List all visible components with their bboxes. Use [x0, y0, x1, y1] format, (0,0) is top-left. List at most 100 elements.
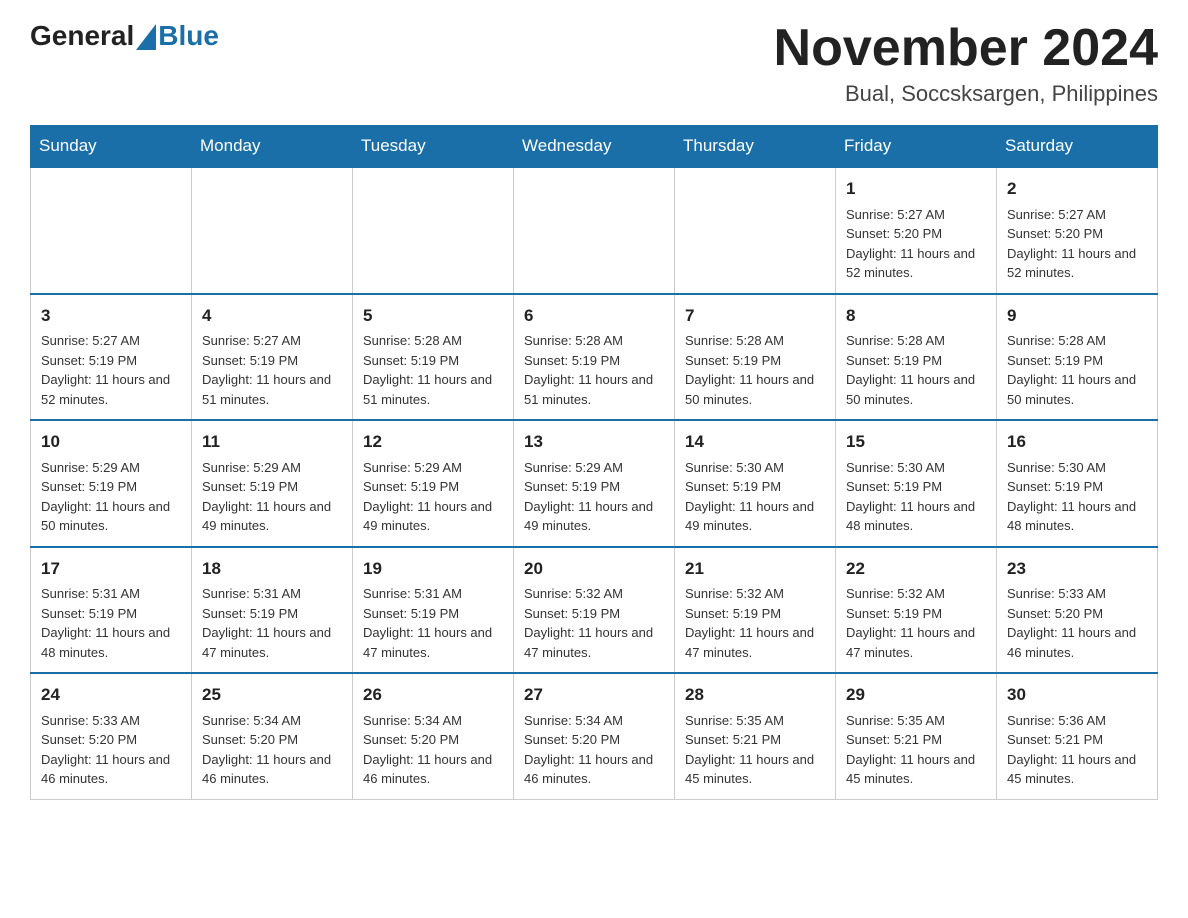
day-info: Sunrise: 5:28 AM Sunset: 5:19 PM Dayligh… [846, 333, 975, 407]
logo-blue-text: Blue [158, 20, 219, 52]
calendar-cell[interactable]: 20 Sunrise: 5:32 AM Sunset: 5:19 PM Dayli… [514, 547, 675, 674]
calendar-cell[interactable]: 27Sunrise: 5:34 AM Sunset: 5:20 PM Dayli… [514, 673, 675, 799]
day-number: 4 [202, 303, 342, 329]
day-number: 29 [846, 682, 986, 708]
calendar-cell [31, 167, 192, 294]
day-number: 23 [1007, 556, 1147, 582]
calendar-cell[interactable]: 28Sunrise: 5:35 AM Sunset: 5:21 PM Dayli… [675, 673, 836, 799]
day-info: Sunrise: 5:30 AM Sunset: 5:19 PM Dayligh… [1007, 460, 1136, 534]
day-info: Sunrise: 5:30 AM Sunset: 5:19 PM Dayligh… [846, 460, 975, 534]
day-number: 13 [524, 429, 664, 455]
calendar-cell[interactable]: 16Sunrise: 5:30 AM Sunset: 5:19 PM Dayli… [997, 420, 1158, 547]
calendar-cell[interactable]: 30Sunrise: 5:36 AM Sunset: 5:21 PM Dayli… [997, 673, 1158, 799]
day-number: 21 [685, 556, 825, 582]
day-info: Sunrise: 5:34 AM Sunset: 5:20 PM Dayligh… [202, 713, 331, 787]
day-number: 27 [524, 682, 664, 708]
calendar-cell [675, 167, 836, 294]
calendar-cell[interactable]: 15 Sunrise: 5:30 AM Sunset: 5:19 PM Dayli… [836, 420, 997, 547]
calendar-cell[interactable]: 11Sunrise: 5:29 AM Sunset: 5:19 PM Dayli… [192, 420, 353, 547]
day-number: 11 [202, 429, 342, 455]
day-info: Sunrise: 5:29 AM Sunset: 5:19 PM Dayligh… [41, 460, 170, 534]
calendar-cell [192, 167, 353, 294]
calendar-week-row: 10 Sunrise: 5:29 AM Sunset: 5:19 PM Dayli… [31, 420, 1158, 547]
title-area: November 2024 Bual, Soccsksargen, Philip… [774, 20, 1158, 107]
day-number: 14 [685, 429, 825, 455]
day-info: Sunrise: 5:32 AM Sunset: 5:19 PM Dayligh… [524, 586, 653, 660]
calendar-cell[interactable]: 21 Sunrise: 5:32 AM Sunset: 5:19 PM Dayli… [675, 547, 836, 674]
calendar-cell[interactable]: 18Sunrise: 5:31 AM Sunset: 5:19 PM Dayli… [192, 547, 353, 674]
day-info: Sunrise: 5:32 AM Sunset: 5:19 PM Dayligh… [685, 586, 814, 660]
calendar-header-friday: Friday [836, 126, 997, 168]
calendar-cell[interactable]: 24 Sunrise: 5:33 AM Sunset: 5:20 PM Dayli… [31, 673, 192, 799]
day-number: 12 [363, 429, 503, 455]
logo-triangle-icon [136, 24, 156, 50]
day-info: Sunrise: 5:27 AM Sunset: 5:19 PM Dayligh… [41, 333, 170, 407]
calendar-cell [514, 167, 675, 294]
calendar-week-row: 1 Sunrise: 5:27 AM Sunset: 5:20 PM Daylig… [31, 167, 1158, 294]
day-number: 10 [41, 429, 181, 455]
calendar-cell[interactable]: 12 Sunrise: 5:29 AM Sunset: 5:19 PM Dayli… [353, 420, 514, 547]
day-number: 8 [846, 303, 986, 329]
calendar-header-tuesday: Tuesday [353, 126, 514, 168]
calendar-cell[interactable]: 17Sunrise: 5:31 AM Sunset: 5:19 PM Dayli… [31, 547, 192, 674]
calendar-cell[interactable]: 9 Sunrise: 5:28 AM Sunset: 5:19 PM Daylig… [997, 294, 1158, 421]
calendar-cell[interactable]: 14 Sunrise: 5:30 AM Sunset: 5:19 PM Dayli… [675, 420, 836, 547]
day-number: 24 [41, 682, 181, 708]
day-info: Sunrise: 5:35 AM Sunset: 5:21 PM Dayligh… [846, 713, 975, 787]
day-info: Sunrise: 5:27 AM Sunset: 5:20 PM Dayligh… [1007, 207, 1136, 281]
calendar-cell [353, 167, 514, 294]
day-info: Sunrise: 5:28 AM Sunset: 5:19 PM Dayligh… [524, 333, 653, 407]
calendar-cell[interactable]: 23Sunrise: 5:33 AM Sunset: 5:20 PM Dayli… [997, 547, 1158, 674]
calendar-cell[interactable]: 13 Sunrise: 5:29 AM Sunset: 5:19 PM Dayli… [514, 420, 675, 547]
calendar-header-wednesday: Wednesday [514, 126, 675, 168]
day-number: 15 [846, 429, 986, 455]
day-info: Sunrise: 5:29 AM Sunset: 5:19 PM Dayligh… [524, 460, 653, 534]
calendar-table: SundayMondayTuesdayWednesdayThursdayFrid… [30, 125, 1158, 800]
calendar-cell[interactable]: 26 Sunrise: 5:34 AM Sunset: 5:20 PM Dayli… [353, 673, 514, 799]
calendar-cell[interactable]: 5 Sunrise: 5:28 AM Sunset: 5:19 PM Daylig… [353, 294, 514, 421]
calendar-cell[interactable]: 1 Sunrise: 5:27 AM Sunset: 5:20 PM Daylig… [836, 167, 997, 294]
day-info: Sunrise: 5:27 AM Sunset: 5:19 PM Dayligh… [202, 333, 331, 407]
calendar-cell[interactable]: 6 Sunrise: 5:28 AM Sunset: 5:19 PM Daylig… [514, 294, 675, 421]
day-number: 5 [363, 303, 503, 329]
calendar-week-row: 3 Sunrise: 5:27 AM Sunset: 5:19 PM Daylig… [31, 294, 1158, 421]
calendar-cell[interactable]: 10 Sunrise: 5:29 AM Sunset: 5:19 PM Dayli… [31, 420, 192, 547]
day-info: Sunrise: 5:34 AM Sunset: 5:20 PM Dayligh… [363, 713, 492, 787]
calendar-header-monday: Monday [192, 126, 353, 168]
calendar-cell[interactable]: 22Sunrise: 5:32 AM Sunset: 5:19 PM Dayli… [836, 547, 997, 674]
day-info: Sunrise: 5:31 AM Sunset: 5:19 PM Dayligh… [41, 586, 170, 660]
logo: General Blue [30, 20, 219, 52]
day-info: Sunrise: 5:28 AM Sunset: 5:19 PM Dayligh… [1007, 333, 1136, 407]
day-info: Sunrise: 5:33 AM Sunset: 5:20 PM Dayligh… [41, 713, 170, 787]
calendar-header-row: SundayMondayTuesdayWednesdayThursdayFrid… [31, 126, 1158, 168]
location-title: Bual, Soccsksargen, Philippines [774, 81, 1158, 107]
day-info: Sunrise: 5:29 AM Sunset: 5:19 PM Dayligh… [363, 460, 492, 534]
day-number: 20 [524, 556, 664, 582]
calendar-cell[interactable]: 7Sunrise: 5:28 AM Sunset: 5:19 PM Daylig… [675, 294, 836, 421]
day-number: 30 [1007, 682, 1147, 708]
day-number: 1 [846, 176, 986, 202]
logo-full: General Blue [30, 20, 219, 52]
day-number: 3 [41, 303, 181, 329]
calendar-cell[interactable]: 8 Sunrise: 5:28 AM Sunset: 5:19 PM Daylig… [836, 294, 997, 421]
day-number: 2 [1007, 176, 1147, 202]
day-info: Sunrise: 5:30 AM Sunset: 5:19 PM Dayligh… [685, 460, 814, 534]
calendar-week-row: 24 Sunrise: 5:33 AM Sunset: 5:20 PM Dayli… [31, 673, 1158, 799]
calendar-cell[interactable]: 29 Sunrise: 5:35 AM Sunset: 5:21 PM Dayli… [836, 673, 997, 799]
day-info: Sunrise: 5:27 AM Sunset: 5:20 PM Dayligh… [846, 207, 975, 281]
calendar-cell[interactable]: 3 Sunrise: 5:27 AM Sunset: 5:19 PM Daylig… [31, 294, 192, 421]
day-number: 9 [1007, 303, 1147, 329]
calendar-week-row: 17Sunrise: 5:31 AM Sunset: 5:19 PM Dayli… [31, 547, 1158, 674]
day-number: 25 [202, 682, 342, 708]
calendar-header-saturday: Saturday [997, 126, 1158, 168]
month-title: November 2024 [774, 20, 1158, 77]
day-number: 26 [363, 682, 503, 708]
calendar-cell[interactable]: 19Sunrise: 5:31 AM Sunset: 5:19 PM Dayli… [353, 547, 514, 674]
calendar-cell[interactable]: 25 Sunrise: 5:34 AM Sunset: 5:20 PM Dayli… [192, 673, 353, 799]
day-number: 6 [524, 303, 664, 329]
day-info: Sunrise: 5:31 AM Sunset: 5:19 PM Dayligh… [363, 586, 492, 660]
calendar-cell[interactable]: 2 Sunrise: 5:27 AM Sunset: 5:20 PM Daylig… [997, 167, 1158, 294]
day-number: 18 [202, 556, 342, 582]
day-info: Sunrise: 5:28 AM Sunset: 5:19 PM Dayligh… [363, 333, 492, 407]
calendar-cell[interactable]: 4 Sunrise: 5:27 AM Sunset: 5:19 PM Daylig… [192, 294, 353, 421]
